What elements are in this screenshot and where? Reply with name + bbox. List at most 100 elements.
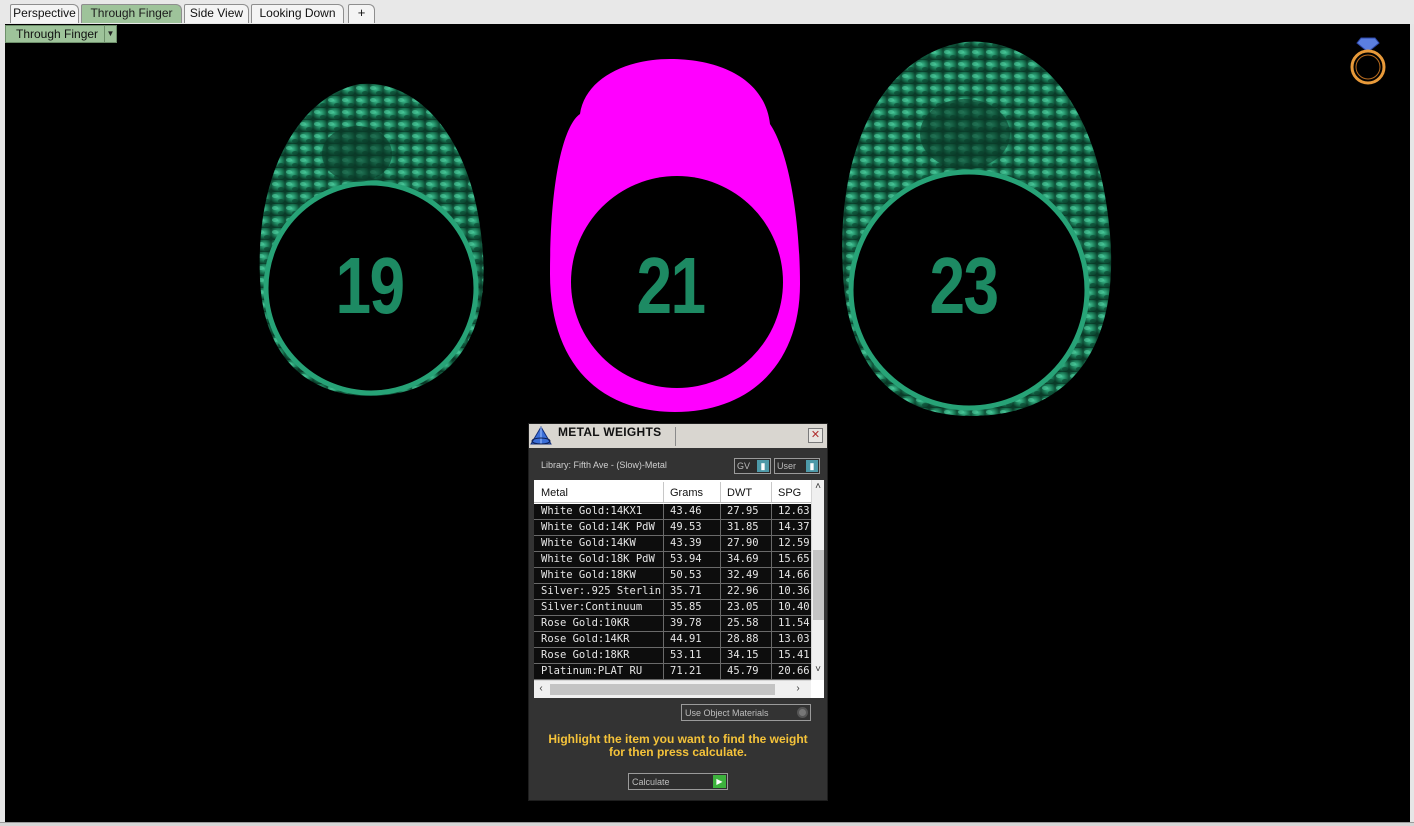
col-header-metal[interactable]: Metal [541,487,568,499]
dropdown-icon[interactable]: ▮ [806,460,818,472]
table-row[interactable]: White Gold:14KW 43.39 27.90 12.59 [534,536,811,552]
column-divider[interactable] [771,482,772,502]
dropdown-icon[interactable]: ▮ [757,460,769,472]
table-row[interactable]: Rose Gold:18KR 53.11 34.15 15.41 [534,648,811,664]
column-divider [771,616,772,632]
plus-icon: + [357,5,366,20]
table-cell: White Gold:14KX1 [541,505,643,517]
status-strip [0,822,1414,826]
use-object-materials-label: Use Object Materials [685,708,769,718]
table-cell: 28.88 [727,633,759,645]
table-cell: 43.46 [670,505,702,517]
column-divider [720,536,721,552]
table-row[interactable]: Platinum:PLAT RU 71.21 45.79 20.66 [534,664,811,680]
table-cell: Silver:Continuum [541,601,643,613]
table-cell: 15.41 [778,649,810,661]
column-divider [771,568,772,584]
ring-23[interactable] [842,41,1112,416]
table-cell: 12.63 [778,505,810,517]
ring-size-23: 23 [929,241,999,330]
user-select[interactable]: User ▮ [774,458,820,474]
column-divider [720,520,721,536]
use-object-materials-toggle[interactable]: Use Object Materials [681,704,811,721]
scroll-down-icon[interactable]: ˅ [812,664,824,675]
table-cell: 45.79 [727,665,759,677]
column-divider [771,504,772,520]
radio-icon[interactable] [797,707,808,718]
ring-21[interactable] [550,59,800,412]
table-row[interactable]: White Gold:18KW 50.53 32.49 14.66 [534,568,811,584]
scroll-thumb[interactable] [550,684,775,695]
view-tab-bar: Perspective Through Finger Side View Loo… [0,0,1414,24]
table-cell: 34.69 [727,553,759,565]
library-label: Library: Fifth Ave - (Slow)-Metal [541,460,667,470]
table-cell: 49.53 [670,521,702,533]
table-row[interactable]: White Gold:14KX1 43.46 27.95 12.63 [534,504,811,520]
close-icon[interactable]: ✕ [808,428,823,443]
scroll-left-icon[interactable]: ‹ [535,683,547,694]
column-divider[interactable] [720,482,721,502]
unit-select[interactable]: GV ▮ [734,458,771,474]
column-divider [720,648,721,664]
table-cell: 14.66 [778,569,810,581]
scroll-right-icon[interactable]: › [792,683,804,694]
table-cell: 14.37 [778,521,810,533]
table-row[interactable]: Silver:Continuum 35.85 23.05 10.40 [534,600,811,616]
ring-diamond-icon[interactable] [1345,34,1391,86]
ring-19[interactable] [259,83,484,396]
table-cell: 50.53 [670,569,702,581]
table-cell: 27.95 [727,505,759,517]
tab-through-finger[interactable]: Through Finger [81,4,182,23]
table-cell: 35.85 [670,601,702,613]
table-cell: 39.78 [670,617,702,629]
table-cell: 71.21 [670,665,702,677]
table-cell: Silver:.925 Sterling [541,585,661,597]
column-divider [720,552,721,568]
table-cell: 43.39 [670,537,702,549]
scroll-up-icon[interactable]: ˄ [812,481,824,492]
table-row[interactable]: Silver:.925 Sterling 35.71 22.96 10.36 [534,584,811,600]
table-cell: 10.36 [778,585,810,597]
pyramid-logo-icon [529,424,553,448]
vertical-scrollbar[interactable]: ˄ ˅ [811,480,824,680]
col-header-grams[interactable]: Grams [670,487,703,499]
table-cell: Platinum:PLAT RU [541,665,643,677]
column-divider [771,664,772,680]
table-row[interactable]: White Gold:14K PdW 49.53 31.85 14.37 [534,520,811,536]
table-cell: 31.85 [727,521,759,533]
table-row[interactable]: White Gold:18K PdW 53.94 34.69 15.65 [534,552,811,568]
column-divider [720,632,721,648]
table-cell: 53.11 [670,649,702,661]
add-tab-button[interactable]: + [348,4,375,23]
column-divider [771,520,772,536]
table-cell: White Gold:14K PdW [541,521,655,533]
panel-titlebar[interactable]: METAL WEIGHTS ✕ [529,424,827,448]
table-row[interactable]: Rose Gold:10KR 39.78 25.58 11.54 [534,616,811,632]
column-divider [663,648,664,664]
table-cell: 22.96 [727,585,759,597]
column-divider[interactable] [663,482,664,502]
tab-perspective[interactable]: Perspective [10,4,79,23]
table-cell: 27.90 [727,537,759,549]
table-cell: 20.66 [778,665,810,677]
horizontal-scrollbar[interactable]: ‹ › [534,680,811,698]
metal-weights-table[interactable]: Metal Grams DWT SPG White Gold:14KX1 43.4… [534,480,824,698]
play-icon[interactable]: ▶ [713,775,726,788]
col-header-spg[interactable]: SPG [778,487,801,499]
column-divider [771,632,772,648]
table-cell: White Gold:14KW [541,537,636,549]
tab-looking-down[interactable]: Looking Down [251,4,344,23]
calculate-button[interactable]: Calculate ▶ [628,773,728,790]
scroll-thumb[interactable] [813,550,824,620]
table-row[interactable]: Rose Gold:14KR 44.91 28.88 13.03 [534,632,811,648]
column-divider [771,584,772,600]
ring-size-19: 19 [335,241,405,330]
column-divider [720,584,721,600]
tab-side-view[interactable]: Side View [184,4,249,23]
col-header-dwt[interactable]: DWT [727,487,752,499]
column-divider [720,616,721,632]
column-divider [663,584,664,600]
table-cell: White Gold:18KW [541,569,636,581]
title-divider [675,427,676,446]
table-cell: 23.05 [727,601,759,613]
